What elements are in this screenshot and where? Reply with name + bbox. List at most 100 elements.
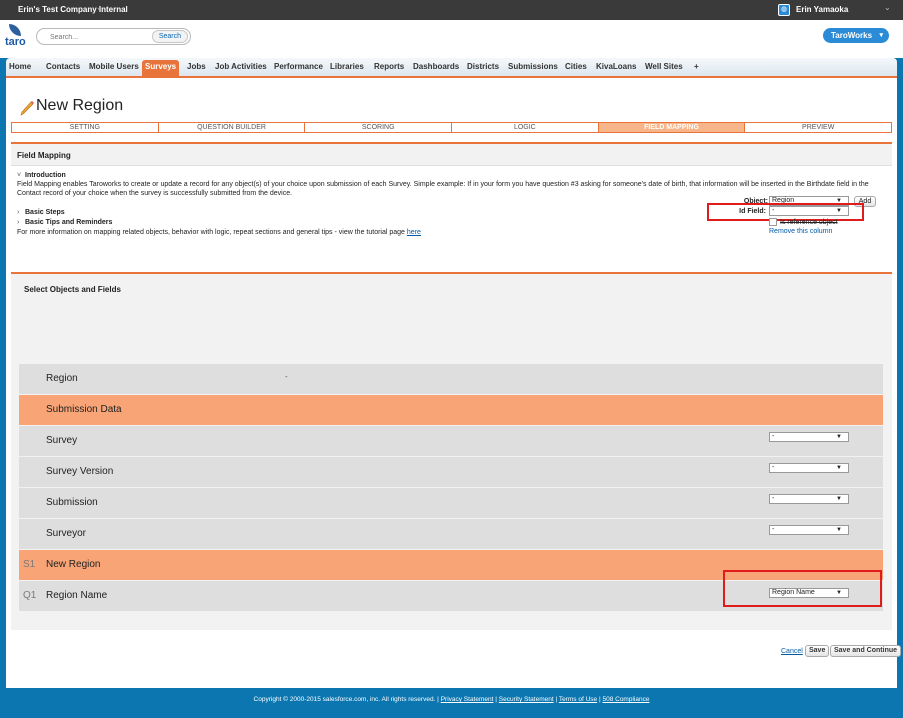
app-switcher[interactable]: TaroWorks ▾: [823, 28, 889, 43]
intro-text: Field Mapping enables Taroworks to creat…: [17, 181, 869, 197]
reference-object-label: Is reference object: [780, 219, 838, 226]
main-content: New Region SETTING QUESTION BUILDER SCOR…: [6, 78, 902, 688]
dropdown-caret-icon: ▼: [836, 527, 842, 533]
logo-text: taro: [5, 36, 26, 48]
wizard-steps: SETTING QUESTION BUILDER SCORING LOGIC F…: [11, 122, 892, 133]
tab-jobs[interactable]: Jobs: [187, 62, 206, 71]
tab-add[interactable]: +: [694, 62, 699, 71]
search-button[interactable]: Search: [151, 30, 188, 43]
row-label: New Region: [46, 559, 101, 570]
wizard-step-scoring[interactable]: SCORING: [305, 123, 453, 132]
collapsed-arrow-icon: ›: [17, 209, 20, 216]
tab-surveys[interactable]: Surveys: [142, 60, 180, 76]
app-name: TaroWorks: [831, 31, 873, 40]
tab-cities[interactable]: Cities: [565, 62, 587, 71]
survey-field-select[interactable]: - ▼: [769, 432, 849, 442]
org-name[interactable]: Erin's Test Company Internal: [18, 5, 128, 14]
leaf-icon: [9, 24, 21, 36]
select-value: -: [772, 464, 775, 471]
header: taro Search TaroWorks ▾: [0, 20, 903, 58]
security-link[interactable]: Security Statement: [499, 696, 554, 703]
row-label: Submission Data: [46, 404, 122, 415]
user-avatar-icon[interactable]: ◍: [778, 4, 790, 16]
tab-bar: Home Contacts Mobile Users Surveys Jobs …: [6, 58, 897, 78]
wizard-step-question-builder[interactable]: QUESTION BUILDER: [159, 123, 306, 132]
mapping-row-survey: Survey - ▼: [19, 426, 883, 456]
dropdown-caret-icon: ▼: [836, 434, 842, 440]
mapping-row-region: Region -: [19, 364, 883, 394]
panel-header: Select Objects and Fields: [11, 274, 892, 296]
tab-kivaloans[interactable]: KivaLoans: [596, 62, 636, 71]
tab-contacts[interactable]: Contacts: [46, 62, 80, 71]
copyright-footer: Copyright © 2000-2015 salesforce.com, in…: [253, 696, 650, 703]
dropdown-caret-icon: ▼: [836, 465, 842, 471]
row-prefix: S1: [23, 559, 36, 570]
tab-home[interactable]: Home: [9, 62, 31, 71]
compliance-link[interactable]: 508 Compliance: [602, 696, 649, 703]
collapsed-arrow-icon: ›: [17, 219, 20, 226]
wizard-step-preview[interactable]: PREVIEW: [745, 123, 891, 132]
surveyor-field-select[interactable]: - ▼: [769, 525, 849, 535]
row-value: -: [285, 372, 288, 381]
basic-steps-heading: Basic Steps: [25, 209, 65, 216]
search-input[interactable]: [50, 32, 150, 42]
save-and-continue-button[interactable]: Save and Continue: [830, 645, 902, 657]
copyright-text: Copyright © 2000-2015 salesforce.com, in…: [253, 696, 439, 703]
remove-column-link[interactable]: Remove this column: [769, 228, 832, 235]
terms-link[interactable]: Terms of Use: [559, 696, 597, 703]
basic-steps-toggle[interactable]: › Basic Steps: [17, 209, 65, 216]
row-prefix: Q1: [23, 590, 37, 601]
basic-tips-heading: Basic Tips and Reminders: [25, 219, 113, 226]
row-label: Surveyor: [46, 528, 87, 539]
introduction-toggle[interactable]: ˅ Introduction: [17, 172, 66, 179]
more-info-label: For more information on mapping related …: [17, 229, 405, 236]
cancel-link[interactable]: Cancel: [781, 648, 803, 655]
chevron-down-icon[interactable]: ⌄: [96, 3, 103, 12]
tab-districts[interactable]: Districts: [467, 62, 499, 71]
row-label: Region: [46, 373, 78, 384]
row-label: Submission: [46, 497, 98, 508]
tab-well-sites[interactable]: Well Sites: [645, 62, 683, 71]
search-box: Search: [36, 28, 191, 45]
submission-field-select[interactable]: - ▼: [769, 494, 849, 504]
user-name[interactable]: Erin Yamaoka: [796, 5, 848, 14]
tab-dashboards[interactable]: Dashboards: [413, 62, 459, 71]
tab-job-activities[interactable]: Job Activities: [215, 62, 267, 71]
tab-submissions[interactable]: Submissions: [508, 62, 558, 71]
pencil-icon: [20, 101, 34, 116]
page-title: New Region: [36, 97, 124, 114]
panel-title: Select Objects and Fields: [24, 285, 121, 294]
tab-libraries[interactable]: Libraries: [330, 62, 364, 71]
save-button[interactable]: Save: [805, 645, 830, 657]
expanded-arrow-icon: ˅: [17, 172, 22, 179]
basic-tips-toggle[interactable]: › Basic Tips and Reminders: [17, 219, 112, 226]
annotation-highlight-box: [723, 570, 882, 607]
dropdown-caret-icon: ▼: [836, 496, 842, 502]
privacy-link[interactable]: Privacy Statement: [441, 696, 494, 703]
row-label: Region Name: [46, 590, 108, 601]
top-bar: Erin's Test Company Internal ⌄ ◍ Erin Ya…: [0, 0, 903, 20]
select-value: -: [772, 526, 775, 533]
tab-mobile-users[interactable]: Mobile Users: [89, 62, 139, 71]
mapping-row-submission-data: Submission Data: [19, 395, 883, 425]
reference-object-checkbox[interactable]: [769, 218, 777, 226]
mapping-row-surveyor: Surveyor - ▼: [19, 519, 883, 549]
wizard-step-setting[interactable]: SETTING: [12, 123, 159, 132]
tab-reports[interactable]: Reports: [374, 62, 404, 71]
wizard-step-field-mapping[interactable]: FIELD MAPPING: [598, 123, 746, 132]
chevron-down-icon[interactable]: ⌄: [884, 3, 891, 12]
mapping-row-survey-version: Survey Version - ▼: [19, 457, 883, 487]
tab-performance[interactable]: Performance: [274, 62, 323, 71]
introduction-heading: Introduction: [25, 172, 66, 179]
mapping-row-submission: Submission - ▼: [19, 488, 883, 518]
tutorial-link[interactable]: here: [407, 229, 421, 236]
taroworks-logo[interactable]: taro: [5, 23, 26, 55]
select-value: -: [772, 495, 775, 502]
panel-title: Field Mapping: [17, 151, 71, 160]
more-info-text: For more information on mapping related …: [17, 228, 887, 237]
row-label: Survey Version: [46, 466, 114, 477]
wizard-step-logic[interactable]: LOGIC: [452, 123, 599, 132]
select-value: -: [772, 433, 775, 440]
survey-version-field-select[interactable]: - ▼: [769, 463, 849, 473]
row-label: Survey: [46, 435, 78, 446]
